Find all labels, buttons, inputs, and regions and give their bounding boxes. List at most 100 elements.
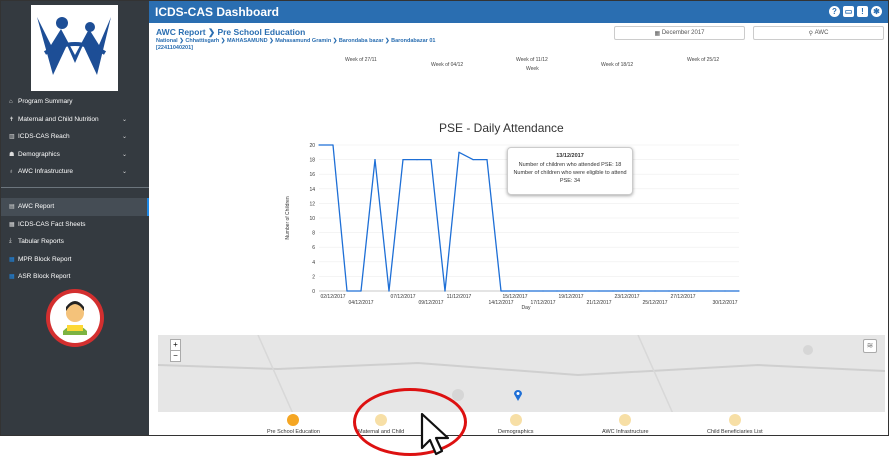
sidebar-nav-top: ⌂ Program Summary ✝ Maternal and Child N… xyxy=(1,93,149,181)
map-zoom-controls: + − xyxy=(170,339,181,362)
section-tabs: Pre School Education Maternal and Child … xyxy=(149,412,888,435)
data-point xyxy=(528,290,530,292)
sidebar-item-tabular-reports[interactable]: ⤓ Tabular Reports xyxy=(1,233,149,251)
sidebar-item-program-summary[interactable]: ⌂ Program Summary xyxy=(1,93,149,111)
layers-button[interactable]: ≋ xyxy=(863,339,877,353)
data-point xyxy=(598,290,600,292)
data-point xyxy=(332,144,334,146)
settings-icon[interactable]: ✱ xyxy=(871,6,882,17)
download-icon: ⤓ xyxy=(9,238,12,245)
bar-chart-icon: ▥ xyxy=(9,134,15,141)
data-point xyxy=(486,159,488,161)
x-tick-label: 04/12/2017 xyxy=(348,300,373,306)
data-point xyxy=(542,290,544,292)
icds-logo[interactable] xyxy=(31,5,118,91)
grid-icon: ▦ xyxy=(9,256,15,263)
data-point xyxy=(402,159,404,161)
y-tick-label: 14 xyxy=(309,187,315,193)
data-point xyxy=(444,290,446,292)
x-tick-label: 30/12/2017 xyxy=(712,300,737,306)
sidebar-item-demographics[interactable]: ☗ Demographics ⌄ xyxy=(1,146,149,164)
x-tick-label: 02/12/2017 xyxy=(320,294,345,300)
data-point xyxy=(360,290,362,292)
data-point xyxy=(556,290,558,292)
x-tick-label: 07/12/2017 xyxy=(390,294,415,300)
beti-bachao-badge xyxy=(46,289,104,347)
location-filter-button[interactable]: ⚲ AWC xyxy=(753,26,884,40)
breadcrumb-path[interactable]: National ❯ Chhattisgarh ❯ MAHASAMUND ❯ M… xyxy=(156,38,476,45)
tab-label: Pre School Education xyxy=(267,429,320,435)
data-point xyxy=(500,290,502,292)
location-filter-label: AWC xyxy=(814,30,829,36)
sidebar-item-label: Program Summary xyxy=(18,98,73,106)
attendance-chart: PSE - Daily Attendance 0 2 4 6 8 10 12 14 16 18 20… xyxy=(149,113,888,313)
x-tick-label: 11/12/2017 xyxy=(447,294,472,300)
report-icon: ▤ xyxy=(9,204,15,211)
sidebar-item-label: Demographics xyxy=(18,150,60,158)
y-tick-label: 6 xyxy=(312,245,315,251)
alert-icon[interactable]: ! xyxy=(857,6,868,17)
help-icon[interactable]: ? xyxy=(829,6,840,17)
week-axis: Week of 27/11 Week of 04/12 Week of 11/1… xyxy=(149,53,888,73)
sidebar-item-fact-sheets[interactable]: ▦ ICDS-CAS Fact Sheets xyxy=(1,216,149,234)
tab-pre-school-education[interactable]: Pre School Education xyxy=(267,414,320,435)
sidebar-item-asr-block-report[interactable]: ▦ ASR Block Report xyxy=(1,268,149,286)
sidebar-divider xyxy=(1,187,149,188)
chart-title: PSE - Daily Attendance xyxy=(439,121,564,135)
tab-demographics[interactable]: Demographics xyxy=(498,414,533,435)
week-label: Week of 27/11 xyxy=(345,57,377,63)
sidebar-item-icds-cas-reach[interactable]: ▥ ICDS-CAS Reach ⌄ xyxy=(1,128,149,146)
legend-dot xyxy=(509,414,522,426)
sidebar-item-awc-infrastructure[interactable]: ♁ AWC Infrastructure ⌄ xyxy=(1,163,149,181)
data-point xyxy=(514,290,516,292)
data-point xyxy=(388,290,390,292)
sidebar-item-label: ICDS-CAS Reach xyxy=(18,133,70,141)
map-marker-icon[interactable] xyxy=(513,389,523,401)
data-point xyxy=(416,159,418,161)
chevron-down-icon: ⌄ xyxy=(121,116,127,123)
print-icon[interactable]: ▭ xyxy=(843,6,854,17)
main-content: AWC Report ❯ Pre School Education Nation… xyxy=(149,23,888,435)
data-point xyxy=(570,290,572,292)
x-tick-label: 25/12/2017 xyxy=(642,300,667,306)
awc-code: [22411040201] xyxy=(156,45,194,51)
tab-child-beneficiaries-list[interactable]: Child Beneficiaries List xyxy=(707,414,763,435)
zoom-out-button[interactable]: − xyxy=(171,350,180,361)
week-label: Week of 18/12 xyxy=(601,62,634,68)
grid-icon: ▦ xyxy=(9,274,15,281)
month-filter-button[interactable]: ▦ December 2017 xyxy=(614,26,745,40)
tab-awc-infrastructure[interactable]: AWC Infrastructure xyxy=(602,414,649,435)
x-tick-label: 17/12/2017 xyxy=(530,300,555,306)
app-title: ICDS-CAS Dashboard xyxy=(155,5,280,19)
y-tick-label: 0 xyxy=(312,289,315,295)
report-name[interactable]: AWC Report xyxy=(156,27,206,37)
sidebar-item-maternal-child-nutrition[interactable]: ✝ Maternal and Child Nutrition ⌄ xyxy=(1,111,149,129)
breadcrumb[interactable]: National ❯ Chhattisgarh ❯ MAHASAMUND ❯ M… xyxy=(156,38,476,52)
data-point xyxy=(584,290,586,292)
sidebar-item-awc-report[interactable]: ▤ AWC Report xyxy=(1,198,149,216)
calendar-icon: ▦ xyxy=(654,30,662,37)
tab-label: Child Beneficiaries List xyxy=(707,429,763,435)
week-axis-label: Week xyxy=(526,66,539,72)
tooltip-date: 13/12/2017 xyxy=(556,153,584,159)
tooltip-line: PSE: 34 xyxy=(559,178,581,184)
data-point xyxy=(640,290,642,292)
y-tick-label: 8 xyxy=(312,231,315,237)
x-tick-label: 09/12/2017 xyxy=(418,300,443,306)
users-icon: ☗ xyxy=(9,151,15,158)
child-icon: ✝ xyxy=(9,116,15,123)
data-point xyxy=(738,290,740,292)
x-tick-label: 21/12/2017 xyxy=(586,300,611,306)
y-axis-label: Number of Children xyxy=(285,196,291,240)
tab-label: Demographics xyxy=(498,429,534,435)
sidebar-item-mpr-block-report[interactable]: ▦ MPR Block Report xyxy=(1,251,149,269)
chart-tooltip: 13/12/2017 Number of children who attend… xyxy=(507,147,633,195)
data-point xyxy=(318,144,320,146)
data-point xyxy=(710,290,712,292)
zoom-in-button[interactable]: + xyxy=(171,340,180,350)
header-actions: ? ▭ ! ✱ xyxy=(829,6,882,17)
tooltip-line: Number of children who were eligible to … xyxy=(513,170,627,176)
tab-label: AWC Infrastructure xyxy=(602,429,649,435)
tooltip-line: Number of children who attended PSE: 18 xyxy=(518,162,622,168)
sidebar-item-label: AWC Report xyxy=(18,203,55,211)
